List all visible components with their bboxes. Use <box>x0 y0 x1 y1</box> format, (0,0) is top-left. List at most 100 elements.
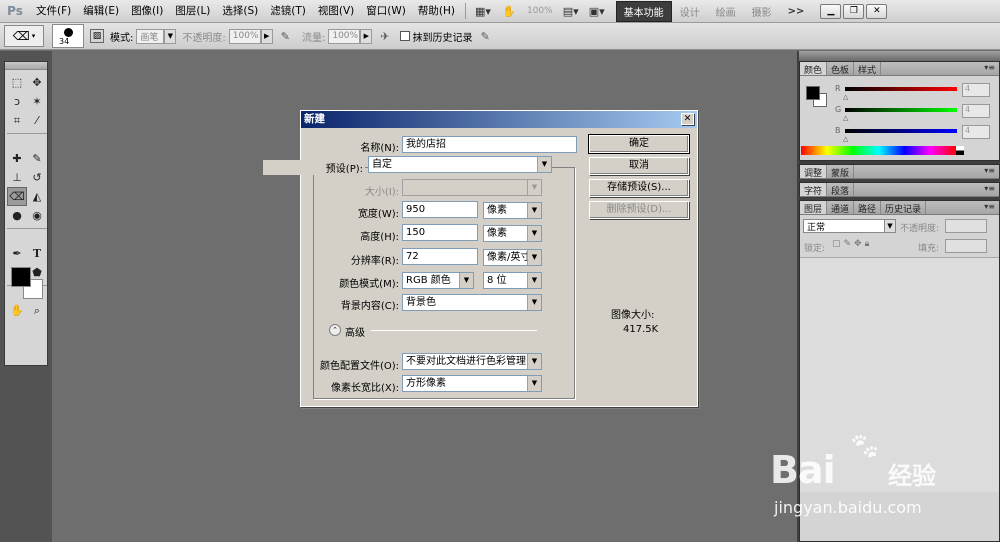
tab-styles[interactable]: 样式 <box>854 62 882 76</box>
airbrush-icon[interactable]: ✈ <box>380 30 389 43</box>
chevron-down-icon[interactable]: ▼ <box>527 273 541 288</box>
erase-history-checkbox[interactable] <box>399 31 410 41</box>
magic-wand-tool-icon[interactable]: ✶ <box>27 92 47 111</box>
menu-window[interactable]: 窗口(W) <box>360 0 412 23</box>
brush-panel-icon[interactable]: ▨ <box>90 29 104 43</box>
eraser-tool-icon[interactable]: ⌫ <box>7 187 27 206</box>
tab-paragraph[interactable]: 段落 <box>827 183 855 197</box>
blend-mode-arrow[interactable]: ▼ <box>884 219 896 233</box>
menu-edit[interactable]: 编辑(E) <box>77 0 125 23</box>
brush-preset-picker[interactable]: 34 <box>52 24 84 48</box>
panel-menu-icon[interactable]: ▾≡ <box>984 63 995 72</box>
green-slider[interactable]: G △ 4 <box>835 103 995 122</box>
close-icon[interactable]: ✕ <box>866 3 888 19</box>
cancel-button[interactable]: 取消 <box>589 157 689 175</box>
resolution-input[interactable]: 72 <box>402 248 478 265</box>
height-unit-select[interactable]: 像素 ▼ <box>483 225 542 242</box>
dialog-close-icon[interactable]: ✕ <box>681 113 694 125</box>
menu-view[interactable]: 视图(V) <box>312 0 360 23</box>
bit-depth-select[interactable]: 8 位 ▼ <box>483 272 542 289</box>
type-tool-icon[interactable]: T <box>27 244 47 263</box>
tab-color[interactable]: 颜色 <box>800 62 828 76</box>
color-profile-select[interactable]: 不要对此文档进行色彩管理 ▼ <box>402 353 542 370</box>
tab-channels[interactable]: 通道 <box>827 201 855 215</box>
green-value[interactable]: 4 <box>962 104 990 118</box>
workspace-painting-link[interactable]: 绘画 <box>708 4 744 19</box>
ok-button[interactable]: 确定 <box>588 134 690 154</box>
preset-select[interactable]: 自定 ▼ <box>368 156 552 173</box>
foreground-color-swatch[interactable] <box>11 267 31 287</box>
blur-tool-icon[interactable]: ● <box>7 206 27 225</box>
more-workspaces-button[interactable]: >> <box>780 6 813 17</box>
blue-track[interactable] <box>845 129 957 133</box>
toolbox-header[interactable] <box>5 62 47 70</box>
chevron-down-icon[interactable]: ▼ <box>527 203 541 218</box>
menu-image[interactable]: 图像(I) <box>125 0 169 23</box>
workspace-design-link[interactable]: 设计 <box>672 4 708 19</box>
menu-layer[interactable]: 图层(L) <box>169 0 216 23</box>
history-brush-tool-icon[interactable]: ↺ <box>27 168 47 187</box>
workspace-essentials-button[interactable]: 基本功能 <box>615 0 672 22</box>
dialog-titlebar[interactable]: 新建 ✕ <box>301 111 697 128</box>
red-track[interactable] <box>845 87 957 91</box>
tab-layers[interactable]: 图层 <box>800 201 828 215</box>
mode-select[interactable]: 画笔 <box>136 28 165 44</box>
pressure-opacity-icon[interactable]: ✎ <box>281 30 290 43</box>
green-track[interactable] <box>845 108 957 112</box>
chevron-down-icon[interactable]: ▼ <box>527 226 541 241</box>
dodge-tool-icon[interactable]: ◉ <box>27 206 47 225</box>
healing-brush-tool-icon[interactable]: ✚ <box>7 149 27 168</box>
delete-preset-button[interactable]: 删除预设(D)... <box>589 201 689 219</box>
red-slider[interactable]: R △ 4 <box>835 82 995 101</box>
restore-icon[interactable]: ❐ <box>843 3 865 19</box>
height-input[interactable]: 150 <box>402 224 478 241</box>
blend-mode-select[interactable]: 正常 <box>803 219 885 233</box>
paint-bucket-tool-icon[interactable]: ◭ <box>27 187 47 206</box>
blue-slider[interactable]: B △ 4 <box>835 124 995 143</box>
tab-history[interactable]: 历史记录 <box>881 201 927 215</box>
bridge-icon[interactable]: ▦▾ <box>470 3 496 19</box>
background-select[interactable]: 背景色 ▼ <box>402 294 542 311</box>
chevron-down-icon[interactable]: ▼ <box>527 250 541 265</box>
chevron-down-icon[interactable]: ▼ <box>459 273 473 288</box>
layer-opacity-input[interactable] <box>945 219 987 233</box>
hand-tool-icon[interactable]: ✋ <box>7 301 27 320</box>
fill-input[interactable] <box>945 239 987 253</box>
pressure-size-icon[interactable]: ✎ <box>481 30 490 43</box>
menu-filter[interactable]: 滤镜(T) <box>264 0 312 23</box>
zoom-level[interactable]: 100% <box>522 6 558 16</box>
advanced-toggle-icon[interactable]: ⌃ <box>329 324 341 336</box>
advanced-label[interactable]: 高级 <box>345 324 365 339</box>
chevron-down-icon[interactable]: ▼ <box>527 295 541 310</box>
minimize-icon[interactable]: ▁ <box>820 3 842 19</box>
green-knob[interactable]: △ <box>843 114 848 122</box>
tool-preset-picker[interactable]: ⌫ ▾ <box>4 25 44 47</box>
width-unit-select[interactable]: 像素 ▼ <box>483 202 542 219</box>
chevron-down-icon[interactable]: ▼ <box>527 376 541 391</box>
tab-swatches[interactable]: 色板 <box>827 62 855 76</box>
menu-help[interactable]: 帮助(H) <box>412 0 461 23</box>
chevron-down-icon[interactable]: ▼ <box>527 180 541 195</box>
opacity-input[interactable]: 100% <box>228 28 261 44</box>
zoom-tool-icon[interactable]: ⌕ <box>27 301 47 320</box>
save-preset-button[interactable]: 存储预设(S)... <box>589 179 689 197</box>
eyedropper-tool-icon[interactable]: ⁄ <box>27 111 47 130</box>
lasso-tool-icon[interactable]: ↄ <box>7 92 27 111</box>
arrange-icon[interactable]: ▤▾ <box>558 3 584 19</box>
flow-slider-arrow[interactable]: ▶ <box>360 28 373 44</box>
crop-tool-icon[interactable]: ⌗ <box>7 111 27 130</box>
width-input[interactable]: 950 <box>402 201 478 218</box>
tab-adjustments[interactable]: 调整 <box>800 165 828 179</box>
move-tool-icon[interactable]: ✥ <box>27 73 47 92</box>
panel-dock-strip[interactable] <box>799 51 1000 61</box>
lock-icons[interactable]: ▢✎✥🔒︎ <box>832 239 872 249</box>
brush-tool-icon[interactable]: ✎ <box>27 149 47 168</box>
panel-menu-icon[interactable]: ▾≡ <box>984 202 995 211</box>
menu-select[interactable]: 选择(S) <box>216 0 264 23</box>
red-value[interactable]: 4 <box>962 83 990 97</box>
chevron-down-icon[interactable]: ▼ <box>527 354 541 369</box>
mode-dropdown-arrow[interactable]: ▼ <box>164 28 177 44</box>
panel-menu-icon[interactable]: ▾≡ <box>984 166 995 175</box>
workspace-photography-link[interactable]: 摄影 <box>744 4 780 19</box>
size-select[interactable]: ▼ <box>402 179 542 196</box>
